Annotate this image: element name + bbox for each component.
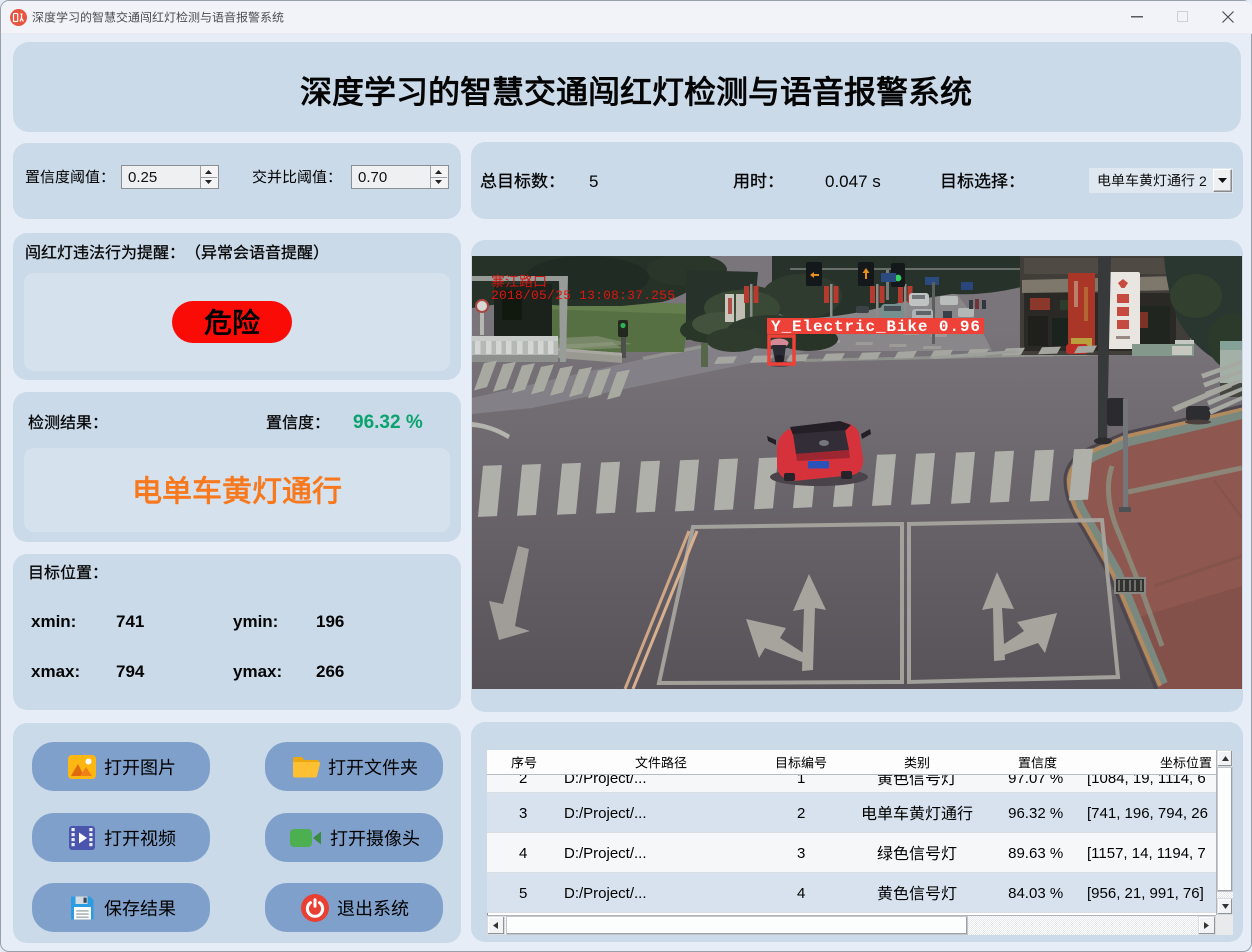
svg-text:Y_Electric_Bike 0.96: Y_Electric_Bike 0.96 [771, 318, 980, 336]
svg-text:2018/05/25 13:08:37.255: 2018/05/25 13:08:37.255 [491, 288, 675, 303]
